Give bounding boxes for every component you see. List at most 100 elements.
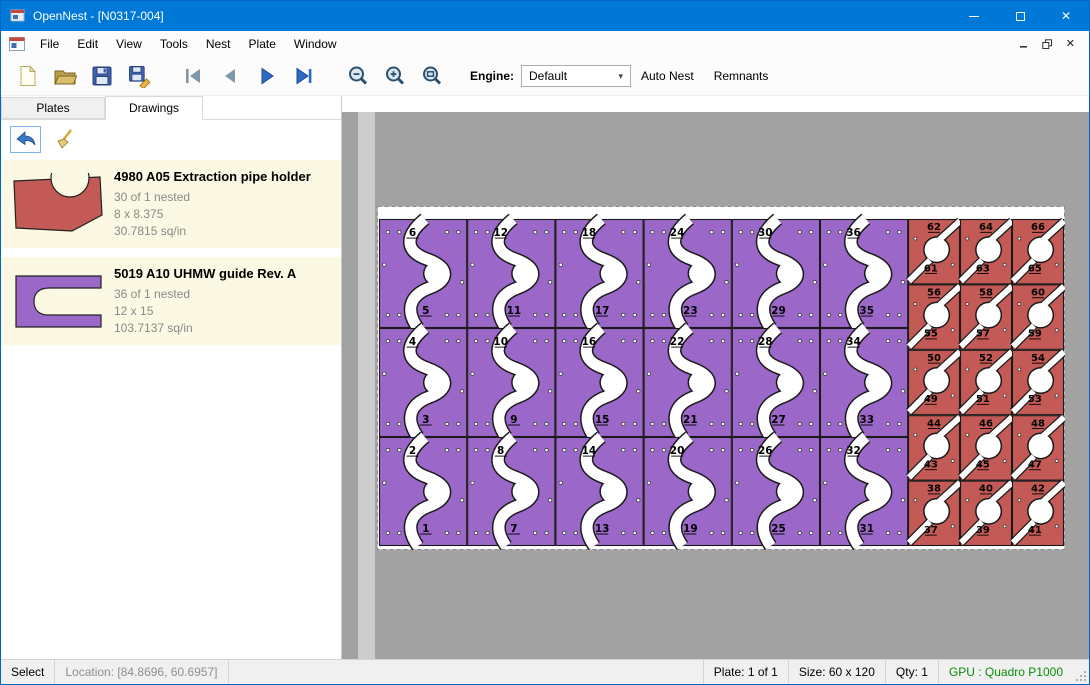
save-button[interactable] [83,60,120,92]
svg-text:6: 6 [409,227,416,239]
nest-pair-red[interactable]: 4241 [1013,481,1065,545]
nest-pair-red[interactable]: 4443 [909,416,961,480]
svg-text:21: 21 [683,414,698,426]
menu-edit[interactable]: Edit [68,33,107,55]
maximize-button[interactable] [997,1,1043,31]
nest-pair-purple[interactable]: 109 [468,328,555,437]
mdi-restore-icon[interactable] [1042,39,1053,50]
nest-pair-purple[interactable]: 2019 [644,437,731,546]
nest-pair-purple[interactable]: 43 [380,328,467,437]
svg-text:17: 17 [595,305,610,317]
svg-text:31: 31 [859,523,874,535]
nest-pair-purple[interactable]: 3029 [732,219,819,328]
svg-text:9: 9 [510,414,517,426]
svg-text:56: 56 [927,288,941,299]
maximize-icon [1016,12,1025,21]
nest-pair-red[interactable]: 5453 [1013,350,1065,414]
zoom-out-button[interactable] [339,60,376,92]
title-bar: OpenNest - [N0317-004] ✕ [1,1,1089,31]
save-as-button[interactable] [120,60,157,92]
sidebar-tabstrip: Plates Drawings [1,96,341,120]
tab-plates[interactable]: Plates [1,97,105,119]
tab-drawings[interactable]: Drawings [105,96,203,120]
nest-pair-red[interactable]: 5655 [909,285,961,349]
new-button[interactable] [9,60,46,92]
minimize-button[interactable] [951,1,997,31]
svg-text:53: 53 [1028,394,1042,405]
engine-select[interactable]: Default ▾ [521,65,631,87]
mdi-document-icon[interactable] [9,37,25,51]
nest-pair-purple[interactable]: 3433 [821,328,908,437]
nest-pair-red[interactable]: 4645 [961,416,1013,480]
menu-tools[interactable]: Tools [151,33,197,55]
mdi-close-icon[interactable]: ✕ [1066,39,1075,50]
svg-text:28: 28 [758,336,773,348]
nest-pair-purple[interactable]: 3231 [821,437,908,546]
nest-pair-red[interactable]: 6261 [909,220,961,284]
send-to-nest-button[interactable] [10,126,41,153]
zoom-extents-button[interactable] [413,60,450,92]
nest-pair-red[interactable]: 6463 [961,220,1013,284]
nest-pair-purple[interactable]: 65 [380,219,467,328]
menu-view[interactable]: View [107,33,151,55]
nest-pair-purple[interactable]: 2423 [644,219,731,328]
svg-text:25: 25 [771,523,786,535]
nest-pair-red[interactable]: 6059 [1013,285,1065,349]
nest-pair-purple[interactable]: 3635 [821,219,908,328]
remnants-button[interactable]: Remnants [704,63,779,89]
nest-pair-purple[interactable]: 1413 [556,437,643,546]
svg-text:3: 3 [422,414,429,426]
nest-pair-purple[interactable]: 2221 [644,328,731,437]
nest-pair-red[interactable]: 3837 [909,481,961,545]
menu-file[interactable]: File [31,33,68,55]
nest-pair-red[interactable]: 6665 [1013,220,1065,284]
nest-pair-red[interactable]: 4847 [1013,416,1065,480]
nest-pair-purple[interactable]: 1211 [468,219,555,328]
app-window: OpenNest - [N0317-004] ✕ File Edit View … [0,0,1090,685]
list-item[interactable]: 5019 A10 UHMW guide Rev. A 36 of 1 neste… [1,257,341,345]
nest-pair-purple[interactable]: 1615 [556,328,643,437]
save-icon [90,64,114,88]
nest-canvas[interactable]: 6512111817242330293635431091615222128273… [342,112,1089,659]
mdi-minimize-icon[interactable] [1019,39,1029,49]
nest-pair-red[interactable]: 5857 [961,285,1013,349]
svg-text:44: 44 [927,418,941,429]
first-plate-button[interactable] [174,60,211,92]
svg-text:24: 24 [670,227,685,239]
app-icon [10,8,26,24]
nest-pair-red[interactable]: 4039 [961,481,1013,545]
svg-text:7: 7 [510,523,517,535]
open-button[interactable] [46,60,83,92]
nest-pair-purple[interactable]: 1817 [556,219,643,328]
drawing-title: 5019 A10 UHMW guide Rev. A [114,266,335,281]
clear-button[interactable] [50,126,81,153]
svg-text:8: 8 [497,445,504,457]
zoom-out-icon [346,64,370,88]
next-plate-button[interactable] [248,60,285,92]
svg-text:29: 29 [771,305,786,317]
menu-nest[interactable]: Nest [197,33,240,55]
previous-plate-button[interactable] [211,60,248,92]
svg-text:46: 46 [979,418,993,429]
svg-text:2: 2 [409,445,416,457]
nest-pair-purple[interactable]: 87 [468,437,555,546]
menu-plate[interactable]: Plate [240,33,285,55]
last-plate-button[interactable] [285,60,322,92]
previous-arrow-icon [218,64,242,88]
close-button[interactable]: ✕ [1043,1,1089,31]
list-item[interactable]: 4980 A05 Extraction pipe holder 30 of 1 … [1,160,341,248]
nest-pair-purple[interactable]: 2827 [732,328,819,437]
menu-window[interactable]: Window [285,33,346,55]
nest-pair-red[interactable]: 5049 [909,350,961,414]
menu-bar: File Edit View Tools Nest Plate Window ✕ [1,31,1089,57]
resize-grip[interactable] [1073,660,1089,684]
svg-text:66: 66 [1031,222,1045,233]
nest-plate[interactable]: 6512111817242330293635431091615222128273… [377,206,1065,550]
nest-pair-purple[interactable]: 2625 [732,437,819,546]
nest-pair-purple[interactable]: 21 [380,437,467,546]
nest-pair-red[interactable]: 5251 [961,350,1013,414]
auto-nest-button[interactable]: Auto Nest [631,63,704,89]
zoom-in-button[interactable] [376,60,413,92]
drawing-list: 4980 A05 Extraction pipe holder 30 of 1 … [1,158,341,659]
svg-text:11: 11 [507,305,522,317]
